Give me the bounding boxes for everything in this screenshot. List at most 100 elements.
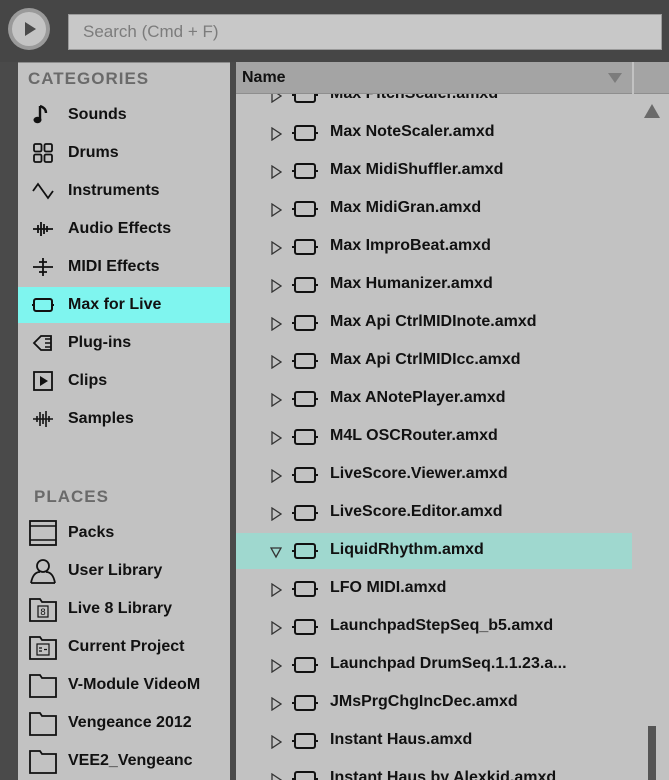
file-row[interactable]: Max PitchScaler.amxd — [236, 94, 632, 113]
expand-right-arrow-icon[interactable] — [270, 659, 282, 673]
category-instruments[interactable]: Instruments — [18, 173, 230, 209]
vertical-scrollbar[interactable] — [634, 94, 669, 780]
expand-right-arrow-icon[interactable] — [270, 165, 282, 179]
category-max-for-live[interactable]: Max for Live — [18, 287, 230, 323]
expand-right-arrow-icon[interactable] — [270, 241, 282, 255]
expand-right-arrow-icon[interactable] — [270, 697, 282, 711]
file-name: Max ANotePlayer.amxd — [330, 389, 506, 406]
max-device-icon — [292, 657, 318, 673]
max-device-icon — [292, 429, 318, 445]
file-row[interactable]: Max Api CtrlMIDInote.amxd — [236, 305, 632, 341]
max-device-icon — [292, 581, 318, 597]
file-row[interactable]: JMsPrgChgIncDec.amxd — [236, 685, 632, 721]
max-device-icon — [292, 125, 318, 141]
place-user-library[interactable]: User Library — [18, 552, 230, 590]
category-midi-effects[interactable]: MIDI Effects — [18, 249, 230, 285]
folder-icon — [18, 671, 68, 699]
place-packs[interactable]: Packs — [18, 514, 230, 552]
file-row[interactable]: LiveScore.Viewer.amxd — [236, 457, 632, 493]
category-audio-effects[interactable]: Audio Effects — [18, 211, 230, 247]
folder-icon — [18, 747, 68, 775]
file-browser-panel: Name Max PitchScaler.amxd Max NoteScaler.… — [236, 62, 669, 780]
file-row[interactable]: Max MidiGran.amxd — [236, 191, 632, 227]
place-live-8-library[interactable]: 8 Live 8 Library — [18, 590, 230, 628]
expand-right-arrow-icon[interactable] — [270, 94, 282, 103]
file-row[interactable]: Max ImproBeat.amxd — [236, 229, 632, 265]
file-name: Launchpad DrumSeq.1.1.23.a... — [330, 655, 567, 672]
expand-right-arrow-icon[interactable] — [270, 317, 282, 331]
file-name: Max NoteScaler.amxd — [330, 123, 495, 140]
place-vengeance-2012[interactable]: Vengeance 2012 — [18, 704, 230, 742]
expand-right-arrow-icon[interactable] — [270, 279, 282, 293]
clip-icon — [18, 369, 68, 393]
expand-right-arrow-icon[interactable] — [270, 203, 282, 217]
place-v-module-video[interactable]: V-Module VideoM — [18, 666, 230, 704]
max-device-icon — [292, 277, 318, 293]
folder-icon — [18, 709, 68, 737]
file-row[interactable]: Max Api CtrlMIDIcc.amxd — [236, 343, 632, 379]
category-label: Plug-ins — [68, 334, 132, 351]
scroll-thumb[interactable] — [648, 726, 656, 780]
expand-down-arrow-icon[interactable] — [270, 545, 282, 559]
project-folder-icon — [18, 633, 68, 661]
expand-right-arrow-icon[interactable] — [270, 127, 282, 141]
file-row[interactable]: Max NoteScaler.amxd — [236, 115, 632, 151]
max-device-icon — [292, 771, 318, 780]
place-label: Current Project — [68, 638, 185, 655]
file-row[interactable]: Launchpad DrumSeq.1.1.23.a... — [236, 647, 632, 683]
expand-right-arrow-icon[interactable] — [270, 621, 282, 635]
expand-right-arrow-icon[interactable] — [270, 469, 282, 483]
category-samples[interactable]: Samples — [18, 401, 230, 437]
category-drums[interactable]: Drums — [18, 135, 230, 171]
category-label: Max for Live — [68, 296, 162, 313]
file-row[interactable]: Max Humanizer.amxd — [236, 267, 632, 303]
max-device-icon — [292, 163, 318, 179]
category-clips[interactable]: Clips — [18, 363, 230, 399]
category-sounds[interactable]: Sounds — [18, 97, 230, 133]
preview-play-button[interactable] — [8, 8, 50, 50]
file-row[interactable]: Instant Haus by Alexkid.amxd — [236, 761, 632, 780]
expand-right-arrow-icon[interactable] — [270, 735, 282, 749]
browser-sidebar: CATEGORIES Sounds Drums Instruments Audi… — [18, 62, 230, 780]
max-device-icon — [292, 543, 318, 559]
sort-arrow-icon[interactable] — [608, 73, 622, 83]
place-label: VEE2_Vengeanc — [68, 752, 193, 769]
place-label: Live 8 Library — [68, 600, 173, 617]
file-name: LFO MIDI.amxd — [330, 579, 447, 596]
file-row[interactable]: LiveScore.Editor.amxd — [236, 495, 632, 531]
expand-right-arrow-icon[interactable] — [270, 393, 282, 407]
file-row[interactable]: Instant Haus.amxd — [236, 723, 632, 759]
file-name: LaunchpadStepSeq_b5.amxd — [330, 617, 554, 634]
file-name: LiveScore.Viewer.amxd — [330, 465, 508, 482]
top-bar — [0, 0, 669, 62]
place-label: Packs — [68, 524, 115, 541]
file-name: Max Api CtrlMIDIcc.amxd — [330, 351, 521, 368]
expand-right-arrow-icon[interactable] — [270, 773, 282, 780]
expand-right-arrow-icon[interactable] — [270, 431, 282, 445]
search-input[interactable] — [83, 15, 661, 49]
file-row[interactable]: LaunchpadStepSeq_b5.amxd — [236, 609, 632, 645]
file-row[interactable]: M4L OSCRouter.amxd — [236, 419, 632, 455]
user-icon — [18, 557, 68, 585]
expand-right-arrow-icon[interactable] — [270, 355, 282, 369]
file-name: Max Api CtrlMIDInote.amxd — [330, 313, 537, 330]
file-row[interactable]: LiquidRhythm.amxd — [236, 533, 632, 569]
place-current-project[interactable]: Current Project — [18, 628, 230, 666]
category-label: Audio Effects — [68, 220, 172, 237]
categories-title: CATEGORIES — [28, 69, 150, 88]
expand-right-arrow-icon[interactable] — [270, 583, 282, 597]
file-name: Max ImproBeat.amxd — [330, 237, 491, 254]
category-plug-ins[interactable]: Plug-ins — [18, 325, 230, 361]
max-device-icon — [292, 695, 318, 711]
file-row[interactable]: Max ANotePlayer.amxd — [236, 381, 632, 417]
file-name: Max PitchScaler.amxd — [330, 94, 498, 103]
expand-right-arrow-icon[interactable] — [270, 507, 282, 521]
name-column-header[interactable]: Name — [236, 62, 632, 94]
file-row[interactable]: LFO MIDI.amxd — [236, 571, 632, 607]
max-device-icon — [292, 239, 318, 255]
search-field[interactable] — [68, 14, 662, 50]
file-row[interactable]: Max MidiShuffler.amxd — [236, 153, 632, 189]
place-label: User Library — [68, 562, 163, 579]
scroll-up-arrow-icon[interactable] — [644, 104, 660, 118]
place-vee2-vengeance[interactable]: VEE2_Vengeanc — [18, 742, 230, 780]
